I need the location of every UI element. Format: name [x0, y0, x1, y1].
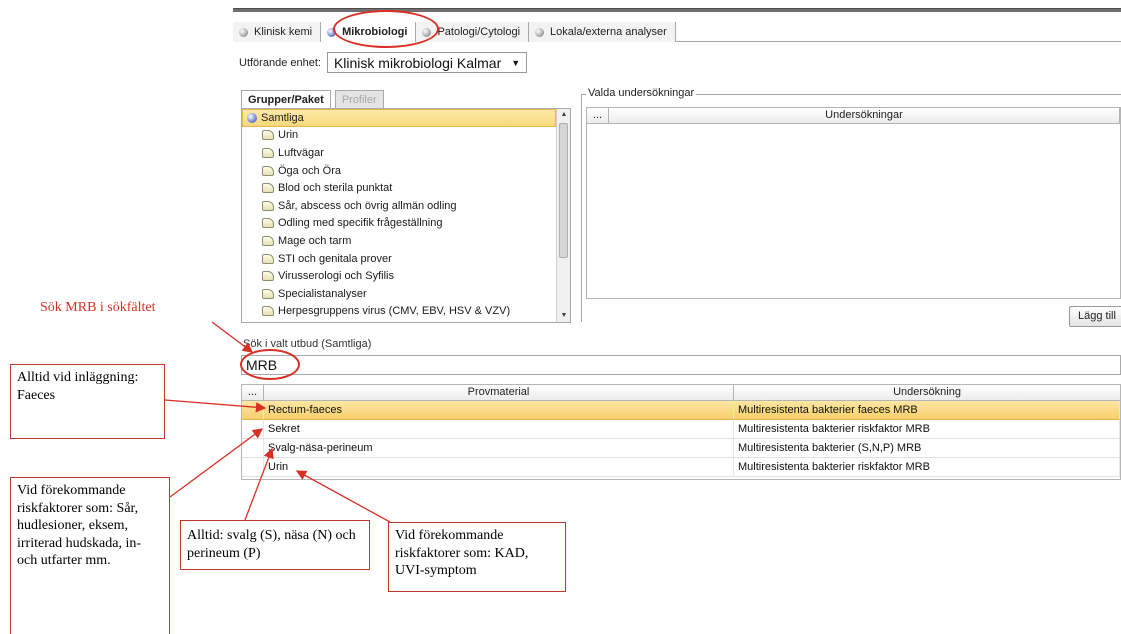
tree-item-label: Öga och Öra: [278, 164, 341, 177]
radio-dot-icon: [239, 27, 248, 37]
tree-scrollbar[interactable]: ▲ ▼: [556, 109, 570, 322]
annotation-wounds: Vid förekommande riskfaktorer som: Sår, …: [10, 477, 170, 634]
tree-item[interactable]: Blod och sterila punktat: [242, 179, 556, 197]
cell-material: Urin: [264, 458, 734, 476]
tree-item-label: Odling med specifik frågeställning: [278, 217, 443, 230]
highlight-circle-mikrobiologi: [333, 10, 439, 48]
tree-item[interactable]: Specialistanalyser: [242, 285, 556, 303]
tree-item[interactable]: Virusserologi och Syfilis: [242, 267, 556, 285]
cell-material: Sekret: [264, 420, 734, 438]
tree-item-label: Mage och tarm: [278, 234, 352, 247]
caret-down-icon: ▼: [511, 57, 521, 68]
tree-item[interactable]: Urin: [242, 127, 556, 145]
tree-item-label: Blod och sterila punktat: [278, 182, 393, 195]
tab-label: Lokala/externa analyser: [550, 26, 667, 38]
selected-tests-header: ... Undersökningar: [587, 108, 1120, 124]
column-menu-button[interactable]: ...: [587, 108, 609, 123]
annotation-urine: Vid förekommande riskfaktorer som: KAD, …: [388, 522, 566, 592]
selected-tests-legend: Valda undersökningar: [586, 87, 697, 99]
folder-icon: [262, 165, 274, 176]
folder-icon: [262, 183, 274, 194]
tree-item-label: Sår, abscess och övrig allmän odling: [278, 199, 457, 212]
column-header-test[interactable]: Undersökning: [734, 385, 1120, 400]
results-grid: ... Provmaterial Undersökning Rectum-fae…: [241, 384, 1121, 480]
group-tree: Samtliga Urin Luftvägar Öga och Öra Blod…: [241, 108, 571, 323]
folder-icon: [262, 147, 274, 158]
tab-klinisk-kemi[interactable]: Klinisk kemi: [233, 22, 322, 42]
tab-lokala-externa[interactable]: Lokala/externa analyser: [529, 22, 676, 42]
selected-tests-panel: Valda undersökningar ... Undersökningar …: [581, 87, 1121, 327]
results-header: ... Provmaterial Undersökning: [242, 385, 1120, 401]
tree-item[interactable]: Öga och Öra: [242, 162, 556, 180]
tree-item[interactable]: Odling med specifik frågeställning: [242, 215, 556, 233]
lab-order-window: Klinisk kemi Mikrobiologi Patologi/Cytol…: [233, 8, 1121, 498]
selected-tests-grid: ... Undersökningar: [586, 107, 1121, 299]
table-row[interactable]: Svalg-näsa-perineum Multiresistenta bakt…: [242, 439, 1120, 458]
row-indicator: [242, 458, 264, 476]
folder-icon: [262, 130, 274, 141]
tree-item[interactable]: Herpesgruppens virus (CMV, EBV, HSV & VZ…: [242, 303, 556, 321]
folder-icon: [262, 235, 274, 246]
cell-test: Multiresistenta bakterier riskfaktor MRB: [734, 420, 1120, 438]
tree-item-label: Samtliga: [261, 111, 304, 124]
tree-item-label: STI och genitala prover: [278, 252, 392, 265]
cell-material: Svalg-näsa-perineum: [264, 439, 734, 457]
row-indicator: [242, 420, 264, 438]
annotation-search-hint: Sök MRB i sökfältet: [40, 300, 156, 315]
highlight-circle-search: [240, 349, 300, 380]
column-header-tests[interactable]: Undersökningar: [609, 108, 1120, 123]
search-label: Sök i valt utbud (Samtliga): [243, 338, 372, 350]
tree-item-label: Virusserologi och Syfilis: [278, 270, 394, 283]
scroll-down-icon[interactable]: ▼: [557, 310, 570, 322]
search-input[interactable]: MRB: [241, 355, 1121, 375]
column-menu-button[interactable]: ...: [242, 385, 264, 400]
tab-label: Klinisk kemi: [254, 26, 313, 38]
tree-item-samtliga[interactable]: Samtliga: [242, 109, 556, 127]
scroll-thumb[interactable]: [559, 123, 568, 258]
tree-item[interactable]: STI och genitala prover: [242, 250, 556, 268]
performing-unit-row: Utförande enhet: Klinisk mikrobiologi Ka…: [239, 52, 528, 73]
scroll-up-icon[interactable]: ▲: [557, 109, 570, 121]
column-header-material[interactable]: Provmaterial: [264, 385, 734, 400]
globe-icon: [247, 112, 257, 123]
group-tree-list: Samtliga Urin Luftvägar Öga och Öra Blod…: [242, 109, 556, 322]
row-indicator: [242, 439, 264, 457]
tab-label: Patologi/Cytologi: [437, 26, 521, 38]
performing-unit-select[interactable]: Klinisk mikrobiologi Kalmar ▼: [326, 52, 528, 73]
cell-test: Multiresistenta bakterier riskfaktor MRB: [734, 458, 1120, 476]
folder-icon: [262, 200, 274, 211]
tree-item-label: Urin: [278, 129, 299, 142]
table-row[interactable]: Urin Multiresistenta bakterier riskfakto…: [242, 458, 1120, 477]
folder-icon: [262, 288, 274, 299]
cell-test: Multiresistenta bakterier faeces MRB: [734, 401, 1120, 419]
annotation-faeces: Alltid vid inläggning: Faeces: [10, 364, 165, 439]
tree-item-label: Herpesgruppens virus (CMV, EBV, HSV & VZ…: [278, 305, 511, 318]
folder-icon: [262, 306, 274, 317]
annotation-snp: Alltid: svalg (S), näsa (N) och perineum…: [180, 520, 370, 570]
tab-groups-packages[interactable]: Grupper/Paket: [241, 90, 331, 108]
folder-icon: [262, 271, 274, 282]
folder-icon: [262, 253, 274, 264]
cell-material: Rectum-faeces: [264, 401, 734, 419]
tree-item[interactable]: Sår, abscess och övrig allmän odling: [242, 197, 556, 215]
add-button[interactable]: Lägg till: [1069, 306, 1121, 327]
tree-item-label: Luftvägar: [278, 146, 324, 159]
tree-item-label: Specialistanalyser: [278, 287, 367, 300]
group-tabs: Grupper/Paket Profiler: [241, 90, 384, 108]
row-indicator: [242, 401, 264, 419]
tree-item[interactable]: Luftvägar: [242, 144, 556, 162]
radio-dot-icon: [535, 27, 545, 37]
table-row[interactable]: Sekret Multiresistenta bakterier riskfak…: [242, 420, 1120, 439]
tab-profiles: Profiler: [334, 90, 384, 108]
tree-item[interactable]: Mage och tarm: [242, 232, 556, 250]
table-row[interactable]: Rectum-faeces Multiresistenta bakterier …: [242, 401, 1120, 420]
folder-icon: [262, 218, 274, 229]
cell-test: Multiresistenta bakterier (S,N,P) MRB: [734, 439, 1120, 457]
performing-unit-value: Klinisk mikrobiologi Kalmar: [333, 54, 502, 71]
performing-unit-label: Utförande enhet:: [239, 56, 321, 69]
